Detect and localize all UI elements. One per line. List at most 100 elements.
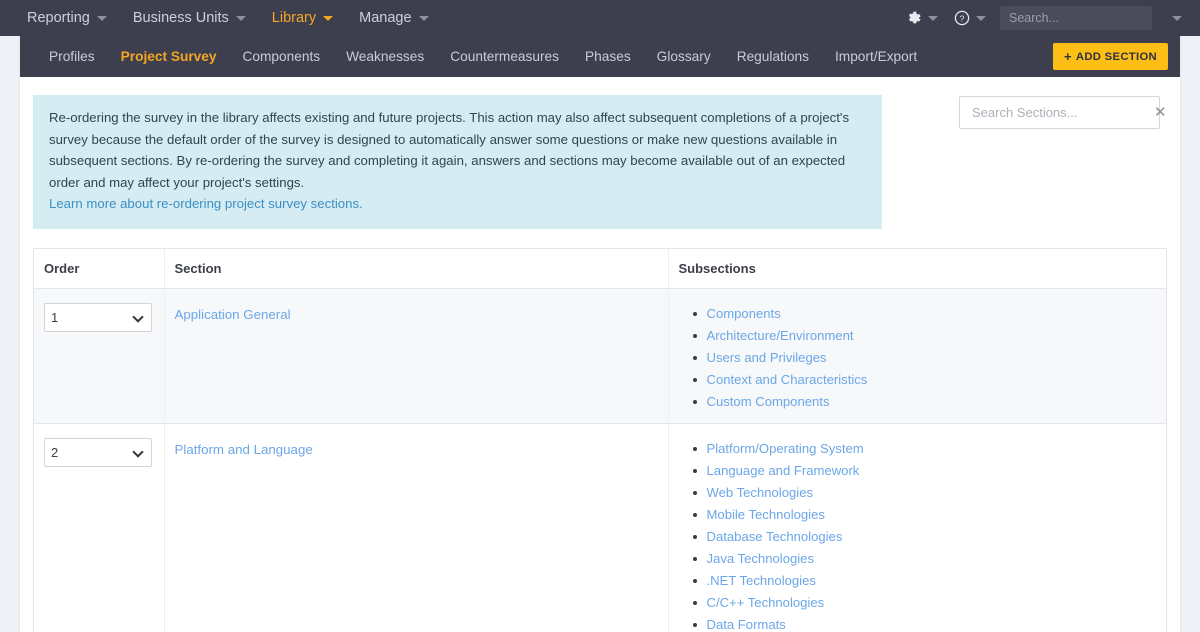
search-sections-field[interactable]: ✕ <box>959 96 1160 129</box>
chevron-down-icon <box>419 16 429 21</box>
order-cell: 2 <box>34 423 164 632</box>
top-navbar-menu: Reporting Business Units Library Manage <box>14 0 442 36</box>
order-cell: 1 <box>34 288 164 423</box>
add-section-label: ADD SECTION <box>1076 51 1157 63</box>
content-top-row: Re-ordering the survey in the library af… <box>33 95 1167 229</box>
global-search-input[interactable] <box>1000 6 1152 30</box>
chevron-down-icon <box>323 16 333 21</box>
settings-menu-button[interactable] <box>898 10 944 26</box>
search-sections-input[interactable] <box>970 104 1150 121</box>
section-cell: Platform and Language <box>164 423 668 632</box>
list-item: Database Technologies <box>707 526 1167 548</box>
section-cell: Application General <box>164 288 668 423</box>
order-select[interactable]: 1 <box>44 303 152 332</box>
library-subnav-items: ProfilesProject SurveyComponentsWeakness… <box>36 36 930 77</box>
add-section-button[interactable]: + ADD SECTION <box>1053 43 1168 70</box>
list-item: Platform/Operating System <box>707 438 1167 460</box>
user-menu-button[interactable] <box>1154 16 1192 21</box>
topnav-item-label: Business Units <box>133 10 229 26</box>
subnav-item-import-export[interactable]: Import/Export <box>822 36 930 77</box>
list-item: Components <box>707 303 1167 325</box>
help-caret-icon <box>976 16 986 21</box>
topnav-item-business-units[interactable]: Business Units <box>120 0 259 36</box>
page-container: ProfilesProject SurveyComponentsWeakness… <box>0 36 1200 632</box>
subsection-link[interactable]: Database Technologies <box>707 529 843 544</box>
topnav-item-label: Reporting <box>27 10 90 26</box>
list-item: Users and Privileges <box>707 347 1167 369</box>
list-item: C/C++ Technologies <box>707 592 1167 614</box>
top-navbar: Reporting Business Units Library Manage ? <box>0 0 1200 36</box>
topnav-item-reporting[interactable]: Reporting <box>14 0 120 36</box>
subnav-item-project-survey[interactable]: Project Survey <box>108 36 230 77</box>
settings-caret-icon <box>928 16 938 21</box>
subsection-link[interactable]: Data Formats <box>707 617 786 632</box>
top-navbar-actions: ? <box>898 6 1192 30</box>
column-header-section: Section <box>164 249 668 289</box>
section-link[interactable]: Platform and Language <box>175 442 313 457</box>
subsection-link[interactable]: Users and Privileges <box>707 350 827 365</box>
chevron-down-icon <box>97 16 107 21</box>
subsections-list: Platform/Operating System Language and Fr… <box>669 438 1167 632</box>
table-header-row: Order Section Subsections <box>34 249 1166 289</box>
list-item: Language and Framework <box>707 460 1167 482</box>
subnav-item-components[interactable]: Components <box>230 36 334 77</box>
topnav-item-library[interactable]: Library <box>259 0 346 36</box>
order-select-wrapper: 2 <box>44 438 152 467</box>
subsections-cell: Components Architecture/Environment Users … <box>668 288 1166 423</box>
subsection-link[interactable]: Language and Framework <box>707 463 860 478</box>
subnav-item-regulations[interactable]: Regulations <box>724 36 822 77</box>
learn-more-link[interactable]: Learn more about re-ordering project sur… <box>49 196 363 211</box>
subsection-link[interactable]: .NET Technologies <box>707 573 816 588</box>
order-select-wrapper: 1 <box>44 303 152 332</box>
subsection-link[interactable]: Context and Characteristics <box>707 372 868 387</box>
list-item: .NET Technologies <box>707 570 1167 592</box>
chevron-down-icon <box>236 16 246 21</box>
subsection-link[interactable]: Components <box>707 306 781 321</box>
column-header-order: Order <box>34 249 164 289</box>
list-item: Data Formats <box>707 614 1167 632</box>
subnav-item-phases[interactable]: Phases <box>572 36 644 77</box>
list-item: Context and Characteristics <box>707 369 1167 391</box>
clear-search-icon[interactable]: ✕ <box>1150 105 1167 120</box>
sections-table-container: Order Section Subsections 1 Application G… <box>33 248 1167 632</box>
sections-table-head: Order Section Subsections <box>34 249 1166 289</box>
help-menu-button[interactable]: ? <box>946 10 992 26</box>
section-link[interactable]: Application General <box>175 307 291 322</box>
subnav-item-weaknesses[interactable]: Weaknesses <box>333 36 437 77</box>
list-item: Architecture/Environment <box>707 325 1167 347</box>
subsection-link[interactable]: Platform/Operating System <box>707 441 864 456</box>
page-content: Re-ordering the survey in the library af… <box>20 77 1180 632</box>
library-subnav: ProfilesProject SurveyComponentsWeakness… <box>20 36 1180 77</box>
topnav-item-label: Library <box>272 10 316 26</box>
topnav-item-manage[interactable]: Manage <box>346 0 441 36</box>
list-item: Custom Components <box>707 391 1167 413</box>
list-item: Mobile Technologies <box>707 504 1167 526</box>
table-row: 1 Application General Components Architectu… <box>34 288 1166 423</box>
subsection-link[interactable]: Architecture/Environment <box>707 328 854 343</box>
sections-table-body: 1 Application General Components Architectu… <box>34 288 1166 632</box>
subnav-item-glossary[interactable]: Glossary <box>644 36 724 77</box>
list-item: Java Technologies <box>707 548 1167 570</box>
list-item: Web Technologies <box>707 482 1167 504</box>
table-row: 2 Platform and Language Platform/Operating… <box>34 423 1166 632</box>
svg-text:?: ? <box>960 13 965 23</box>
content-panel: ProfilesProject SurveyComponentsWeakness… <box>20 36 1180 632</box>
subsections-list: Components Architecture/Environment Users … <box>669 303 1167 413</box>
plus-icon: + <box>1064 50 1072 63</box>
user-menu-caret-icon <box>1172 16 1182 21</box>
reorder-warning-text: Re-ordering the survey in the library af… <box>49 110 849 190</box>
gear-icon <box>906 10 922 26</box>
subsections-cell: Platform/Operating System Language and Fr… <box>668 423 1166 632</box>
question-circle-icon: ? <box>954 10 970 26</box>
subnav-item-profiles[interactable]: Profiles <box>36 36 108 77</box>
subsection-link[interactable]: Web Technologies <box>707 485 814 500</box>
reorder-warning-banner: Re-ordering the survey in the library af… <box>33 95 882 229</box>
subsection-link[interactable]: Java Technologies <box>707 551 815 566</box>
subnav-item-countermeasures[interactable]: Countermeasures <box>437 36 572 77</box>
subsection-link[interactable]: C/C++ Technologies <box>707 595 825 610</box>
subsection-link[interactable]: Mobile Technologies <box>707 507 825 522</box>
sections-table: Order Section Subsections 1 Application G… <box>34 249 1166 632</box>
order-select[interactable]: 2 <box>44 438 152 467</box>
subsection-link[interactable]: Custom Components <box>707 394 830 409</box>
topnav-item-label: Manage <box>359 10 411 26</box>
